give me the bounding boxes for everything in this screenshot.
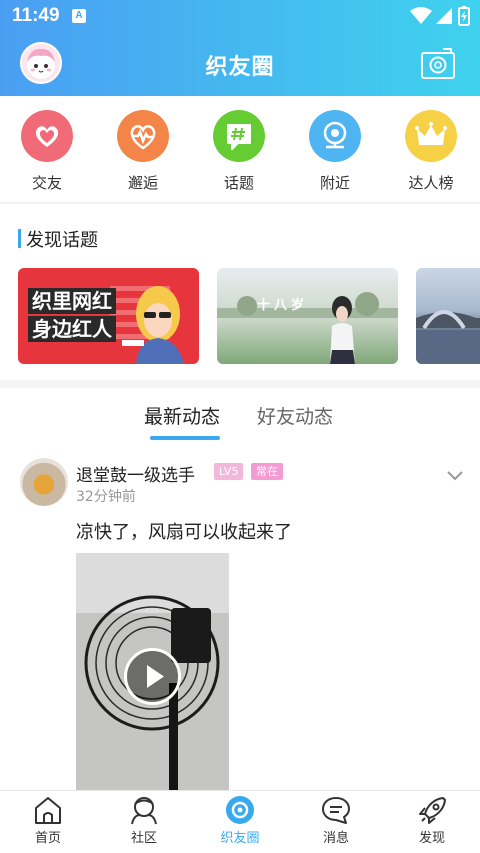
post-username[interactable]: 退堂鼓一级选手: [76, 461, 195, 486]
topic-card-line: 织里网红: [28, 288, 116, 314]
status-time: 11:49: [12, 5, 60, 26]
pulse-icon: [117, 110, 169, 162]
community-icon: [131, 797, 157, 825]
message-icon: [322, 797, 350, 824]
post-timestamp: 32分钟前: [76, 489, 136, 505]
section-title: 发现话题: [18, 226, 98, 252]
topic-carousel[interactable]: 织里网红 身边红人 十八岁: [0, 268, 480, 364]
nav-label: 首页: [34, 831, 61, 846]
quick-action-label: 附近: [319, 174, 350, 192]
nav-label: 消息: [322, 831, 349, 846]
status-bar: 11:49 A: [0, 0, 480, 34]
quick-action-label: 话题: [223, 174, 254, 192]
tab-latest[interactable]: 最新动态: [144, 402, 220, 429]
signal-icon: [436, 8, 452, 24]
circle-icon: [226, 796, 254, 824]
topic-card-art: [416, 310, 480, 364]
quick-action-dating[interactable]: 交友: [2, 110, 92, 193]
nav-messages[interactable]: 消息: [288, 795, 384, 846]
nav-zhiyouquan[interactable]: 织友圈: [192, 795, 288, 846]
play-icon: [147, 665, 164, 688]
quick-action-topics[interactable]: 话题: [194, 110, 284, 193]
quick-action-nearby[interactable]: 附近: [290, 110, 380, 193]
nav-community[interactable]: 社区: [96, 795, 192, 846]
quick-actions: 交友 邂逅 话题 附近 达人榜: [0, 96, 480, 202]
nav-home[interactable]: 首页: [0, 795, 96, 846]
bottom-nav: 首页 社区 织友圈 消息 发现: [0, 790, 480, 853]
app-header: 11:49 A 织友圈: [0, 0, 480, 96]
status-badge: 常在: [251, 463, 283, 480]
battery-icon: [458, 6, 470, 26]
topic-card[interactable]: 十八岁: [217, 268, 398, 364]
post-avatar[interactable]: [20, 458, 68, 506]
quick-action-label: 邂逅: [127, 174, 158, 192]
topic-card-art: [217, 292, 398, 364]
feed-tabs: 最新动态 好友动态: [0, 396, 480, 446]
topic-card[interactable]: 织里网红 身边红人: [18, 268, 199, 364]
level-badge: LV5: [214, 463, 244, 480]
notification-icon: A: [72, 9, 86, 23]
nav-discover[interactable]: 发现: [384, 795, 480, 846]
post-video[interactable]: [76, 553, 229, 790]
nav-label: 织友圈: [220, 831, 260, 846]
play-button[interactable]: [124, 648, 181, 705]
topic-card-caption: 十八岁: [257, 298, 309, 313]
quick-action-label: 交友: [31, 174, 62, 192]
post-text: 凉快了，风扇可以收起来了: [76, 522, 292, 543]
tab-indicator: [150, 436, 220, 440]
chevron-down-icon[interactable]: [446, 470, 464, 482]
tab-friends[interactable]: 好友动态: [257, 402, 333, 429]
crown-icon: [405, 110, 457, 162]
home-icon: [35, 797, 61, 824]
divider: [0, 202, 480, 204]
nav-label: 社区: [130, 831, 157, 846]
page-title: 织友圈: [205, 55, 275, 80]
topic-card[interactable]: [416, 268, 480, 364]
topic-card-line: 身边红人: [28, 316, 116, 342]
quick-action-ranking[interactable]: 达人榜: [386, 110, 476, 193]
hashtag-icon: [213, 110, 265, 162]
quick-action-label: 达人榜: [408, 174, 454, 192]
heart-icon: [21, 110, 73, 162]
location-icon: [309, 110, 361, 162]
quick-action-encounter[interactable]: 邂逅: [98, 110, 188, 193]
section-divider: [0, 380, 480, 388]
camera-icon[interactable]: [420, 46, 456, 80]
rocket-icon: [419, 797, 446, 824]
wifi-icon: [410, 7, 432, 24]
nav-label: 发现: [418, 831, 445, 846]
